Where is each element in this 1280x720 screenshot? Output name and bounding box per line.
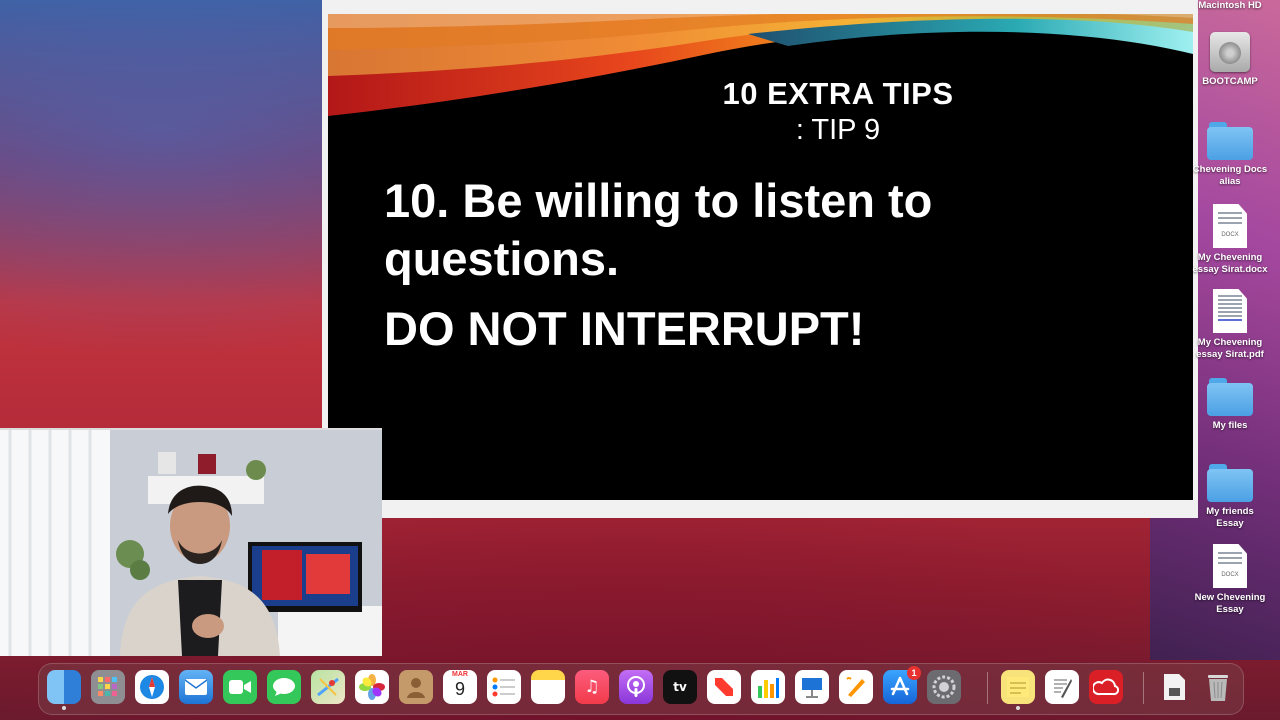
calendar-icon[interactable]: MAR 9 bbox=[443, 670, 477, 704]
maps-icon[interactable] bbox=[311, 670, 345, 704]
folder-icon bbox=[1207, 378, 1253, 416]
hard-drive-icon bbox=[1210, 32, 1250, 72]
slide-heading: 10 EXTRA TIPS bbox=[722, 76, 954, 111]
desktop-item-friends-essay[interactable]: My friends Essay bbox=[1192, 464, 1268, 530]
music-icon[interactable]: ♫ bbox=[575, 670, 609, 704]
desktop-item-label: My Chevening essay Sirat.docx bbox=[1192, 252, 1268, 275]
desktop-item-label: New Chevening Essay bbox=[1194, 592, 1266, 615]
notes-icon[interactable] bbox=[531, 670, 565, 704]
desktop-item-label: My files bbox=[1212, 420, 1248, 431]
calendar-month: MAR bbox=[452, 671, 468, 678]
podcasts-icon[interactable] bbox=[619, 670, 653, 704]
finder-icon[interactable] bbox=[47, 670, 81, 710]
folder-icon bbox=[1207, 464, 1253, 502]
news-icon[interactable] bbox=[707, 670, 741, 704]
desktop-item-label: Macintosh HD bbox=[1198, 0, 1262, 11]
file-type-tag: DOCX bbox=[1221, 232, 1239, 238]
creative-cloud-icon[interactable] bbox=[1089, 670, 1123, 704]
calendar-day: 9 bbox=[454, 679, 465, 699]
messages-icon[interactable] bbox=[267, 670, 301, 704]
notification-badge: 1 bbox=[907, 666, 921, 680]
keynote-icon[interactable] bbox=[795, 670, 829, 704]
slide-emphasis: DO NOT INTERRUPT! bbox=[384, 302, 865, 355]
slide-body: 10. Be willing to listen to questions. D… bbox=[384, 172, 1104, 358]
desktop-item-label: My Chevening essay Sirat.pdf bbox=[1196, 337, 1264, 360]
app-store-icon[interactable]: 1 bbox=[883, 666, 921, 704]
reminders-icon[interactable] bbox=[487, 670, 521, 704]
desktop-item-macintosh-hd[interactable]: Macintosh HD bbox=[1192, 0, 1268, 12]
photos-icon[interactable] bbox=[355, 670, 389, 704]
desktop-item-chevening-docs[interactable]: Chevening Docs alias bbox=[1192, 122, 1268, 188]
stickies-icon[interactable] bbox=[1001, 670, 1035, 710]
dock-separator bbox=[987, 672, 988, 704]
dock-separator bbox=[1143, 672, 1144, 704]
facetime-icon[interactable] bbox=[223, 670, 257, 704]
webcam-scene bbox=[0, 430, 382, 656]
desktop-item-bootcamp[interactable]: BOOTCAMP bbox=[1192, 32, 1268, 88]
docx-icon: DOCX bbox=[1213, 204, 1247, 248]
desktop-item-label: BOOTCAMP bbox=[1202, 76, 1258, 87]
safari-icon[interactable] bbox=[135, 670, 169, 704]
docx-icon: DOCX bbox=[1213, 544, 1247, 588]
desktop-item-label: My friends Essay bbox=[1206, 506, 1254, 529]
system-preferences-icon[interactable] bbox=[927, 670, 961, 704]
folder-icon bbox=[1207, 122, 1253, 160]
apple-tv-icon[interactable]: tv bbox=[663, 670, 697, 704]
file-type-tag: DOCX bbox=[1221, 572, 1239, 578]
pages-icon[interactable] bbox=[839, 670, 873, 704]
launchpad-icon[interactable] bbox=[91, 670, 125, 704]
desktop-item-essay-pdf[interactable]: My Chevening essay Sirat.pdf bbox=[1192, 289, 1268, 361]
slide: 10 EXTRA TIPS : TIP 9 10. Be willing to … bbox=[328, 14, 1193, 500]
slide-body-line: 10. Be willing to listen to questions. bbox=[384, 174, 933, 285]
webcam-overlay bbox=[0, 428, 382, 656]
presentation-window[interactable]: 10 EXTRA TIPS : TIP 9 10. Be willing to … bbox=[322, 0, 1198, 518]
contacts-icon[interactable] bbox=[399, 670, 433, 704]
pdf-icon bbox=[1213, 289, 1247, 333]
numbers-icon[interactable] bbox=[751, 670, 785, 704]
trash-icon[interactable] bbox=[1201, 670, 1235, 704]
desktop-item-new-essay[interactable]: DOCX New Chevening Essay bbox=[1192, 544, 1268, 616]
slide-subheading: : TIP 9 bbox=[795, 114, 881, 146]
desktop-item-label: Chevening Docs alias bbox=[1192, 164, 1268, 187]
desktop-icons: Macintosh HD BOOTCAMP Chevening Docs ali… bbox=[1192, 0, 1280, 640]
desktop-item-my-files[interactable]: My files bbox=[1192, 378, 1268, 432]
desktop-item-essay-docx[interactable]: DOCX My Chevening essay Sirat.docx bbox=[1192, 204, 1268, 276]
mail-icon[interactable] bbox=[179, 670, 213, 704]
textedit-icon[interactable] bbox=[1045, 670, 1079, 704]
tv-label: tv bbox=[673, 680, 687, 694]
downloads-icon[interactable] bbox=[1157, 670, 1191, 704]
dock: MAR 9 ♫ tv 1 bbox=[38, 663, 1244, 715]
